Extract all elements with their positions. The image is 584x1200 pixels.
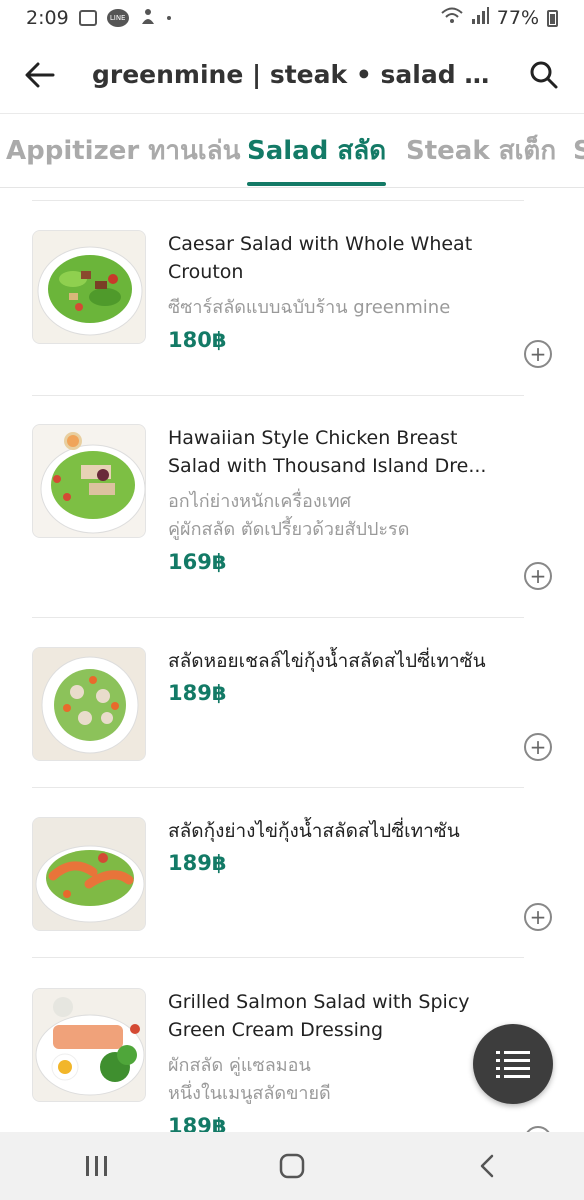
item-desc-line: ซีซาร์สลัดแบบฉบับร้าน greenmine bbox=[168, 297, 451, 318]
item-name-line: Hawaiian Style Chicken Breast bbox=[168, 427, 458, 449]
item-name-line: Green Cream Dressing bbox=[168, 1019, 384, 1041]
item-price: 189฿ bbox=[168, 681, 227, 705]
back-button[interactable] bbox=[0, 36, 80, 114]
item-name: Caesar Salad with Whole Wheat Crouton bbox=[168, 230, 498, 286]
item-description: ซีซาร์สลัดแบบฉบับร้าน greenmine bbox=[168, 294, 498, 322]
shrimp-salad-image bbox=[32, 817, 146, 931]
system-nav-bar bbox=[0, 1132, 584, 1200]
tab-appetizer[interactable]: Appitizer ทานเล่น bbox=[6, 114, 240, 187]
app-header: greenmine | steak • salad • coff… bbox=[0, 36, 584, 114]
menu-item-scallop-salad[interactable]: สลัดหอยเชลล์ไข่กุ้งน้ำสลัดสไปซี่เทาซัน 1… bbox=[32, 647, 552, 788]
page-title: greenmine | steak • salad • coff… bbox=[92, 60, 504, 89]
menu-list: Caesar Salad with Whole Wheat Crouton ซี… bbox=[0, 188, 584, 1132]
item-name-line: Grilled Salmon Salad with Spicy bbox=[168, 991, 470, 1013]
chicken-salad-image bbox=[32, 424, 146, 538]
item-name-line: สลัดกุ้งย่างไข่กุ้งน้ำสลัดสไปซี่เทาซัน bbox=[168, 820, 460, 842]
add-item-button[interactable]: + bbox=[524, 340, 552, 368]
home-icon bbox=[279, 1153, 305, 1179]
home-button[interactable] bbox=[252, 1136, 332, 1196]
battery-percent: 77% bbox=[496, 7, 539, 29]
item-desc-line: อกไก่ย่างหนักเครื่องเทศ bbox=[168, 491, 352, 512]
gallery-notification-icon bbox=[78, 10, 97, 26]
tab-steak[interactable]: Steak สเต็ก bbox=[406, 114, 556, 187]
add-item-button[interactable]: + bbox=[524, 562, 552, 590]
menu-item-hawaiian-chicken-salad[interactable]: Hawaiian Style Chicken Breast Salad with… bbox=[32, 424, 552, 618]
item-name: Hawaiian Style Chicken Breast Salad with… bbox=[168, 424, 498, 480]
plus-circle-icon: + bbox=[529, 905, 547, 929]
item-info: Caesar Salad with Whole Wheat Crouton ซี… bbox=[168, 230, 498, 352]
plus-circle-icon: + bbox=[529, 735, 547, 759]
search-icon bbox=[530, 61, 558, 88]
item-name-line: Caesar Salad with Whole Wheat bbox=[168, 233, 473, 255]
tab-next[interactable]: S bbox=[573, 114, 584, 187]
item-description: ผักสลัด คู่แซลมอน หนึ่งในเมนูสลัดขายดี bbox=[168, 1052, 498, 1108]
caesar-salad-image bbox=[32, 230, 146, 344]
wifi-icon bbox=[441, 7, 463, 30]
plus-circle-icon: + bbox=[529, 342, 547, 366]
item-info: สลัดหอยเชลล์ไข่กุ้งน้ำสลัดสไปซี่เทาซัน 1… bbox=[168, 647, 498, 705]
item-price: 180฿ bbox=[168, 328, 227, 352]
more-notifications-dot bbox=[166, 16, 171, 20]
recent-apps-icon bbox=[86, 1156, 108, 1176]
divider bbox=[32, 200, 524, 201]
search-button[interactable] bbox=[504, 36, 584, 114]
item-price: 169฿ bbox=[168, 550, 227, 574]
item-name: สลัดหอยเชลล์ไข่กุ้งน้ำสลัดสไปซี่เทาซัน bbox=[168, 647, 498, 675]
status-time: 2:09 bbox=[26, 7, 69, 29]
menu-list-icon bbox=[496, 1051, 530, 1078]
battery-icon bbox=[547, 9, 558, 27]
nav-back-icon bbox=[480, 1154, 493, 1178]
add-item-button[interactable]: + bbox=[524, 733, 552, 761]
status-left: 2:09 LINE bbox=[26, 7, 171, 30]
category-menu-button[interactable] bbox=[473, 1024, 553, 1104]
nav-back-button[interactable] bbox=[447, 1136, 527, 1196]
back-arrow-icon bbox=[25, 62, 55, 87]
tab-salad[interactable]: Salad สลัด bbox=[247, 114, 387, 187]
item-info: สลัดกุ้งย่างไข่กุ้งน้ำสลัดสไปซี่เทาซัน 1… bbox=[168, 817, 498, 875]
menu-item-shrimp-salad[interactable]: สลัดกุ้งย่างไข่กุ้งน้ำสลัดสไปซี่เทาซัน 1… bbox=[32, 817, 552, 958]
item-name-line: Crouton bbox=[168, 261, 244, 283]
item-name: Grilled Salmon Salad with Spicy Green Cr… bbox=[168, 988, 498, 1044]
person-notification-icon bbox=[139, 7, 157, 30]
item-price: 189฿ bbox=[168, 851, 227, 875]
item-info: Grilled Salmon Salad with Spicy Green Cr… bbox=[168, 988, 498, 1132]
salmon-salad-image bbox=[32, 988, 146, 1102]
item-description: อกไก่ย่างหนักเครื่องเทศ คู่ผักสลัด ตัดเป… bbox=[168, 488, 498, 544]
plus-circle-icon: + bbox=[529, 564, 547, 588]
line-notification-icon: LINE bbox=[106, 9, 129, 27]
status-right: 77% bbox=[441, 6, 558, 30]
item-name-line: สลัดหอยเชลล์ไข่กุ้งน้ำสลัดสไปซี่เทาซัน bbox=[168, 650, 486, 672]
menu-item-grilled-salmon-salad[interactable]: Grilled Salmon Salad with Spicy Green Cr… bbox=[32, 988, 552, 1132]
item-name: สลัดกุ้งย่างไข่กุ้งน้ำสลัดสไปซี่เทาซัน bbox=[168, 817, 498, 845]
signal-icon bbox=[471, 6, 489, 30]
item-desc-line: คู่ผักสลัด ตัดเปรี้ยวด้วยสัปปะรด bbox=[168, 519, 410, 540]
menu-item-caesar-salad[interactable]: Caesar Salad with Whole Wheat Crouton ซี… bbox=[32, 230, 552, 396]
item-desc-line: ผักสลัด คู่แซลมอน bbox=[168, 1055, 311, 1076]
scallop-salad-image bbox=[32, 647, 146, 761]
item-desc-line: หนึ่งในเมนูสลัดขายดี bbox=[168, 1083, 331, 1104]
recent-apps-button[interactable] bbox=[57, 1136, 137, 1196]
item-price: 189฿ bbox=[168, 1114, 227, 1132]
category-tabs: Appitizer ทานเล่น Salad สลัด Steak สเต็ก… bbox=[0, 114, 584, 188]
item-info: Hawaiian Style Chicken Breast Salad with… bbox=[168, 424, 498, 574]
add-item-button[interactable]: + bbox=[524, 903, 552, 931]
item-name-line: Salad with Thousand Island Dre... bbox=[168, 455, 487, 477]
status-bar: 2:09 LINE 77% bbox=[0, 0, 584, 36]
